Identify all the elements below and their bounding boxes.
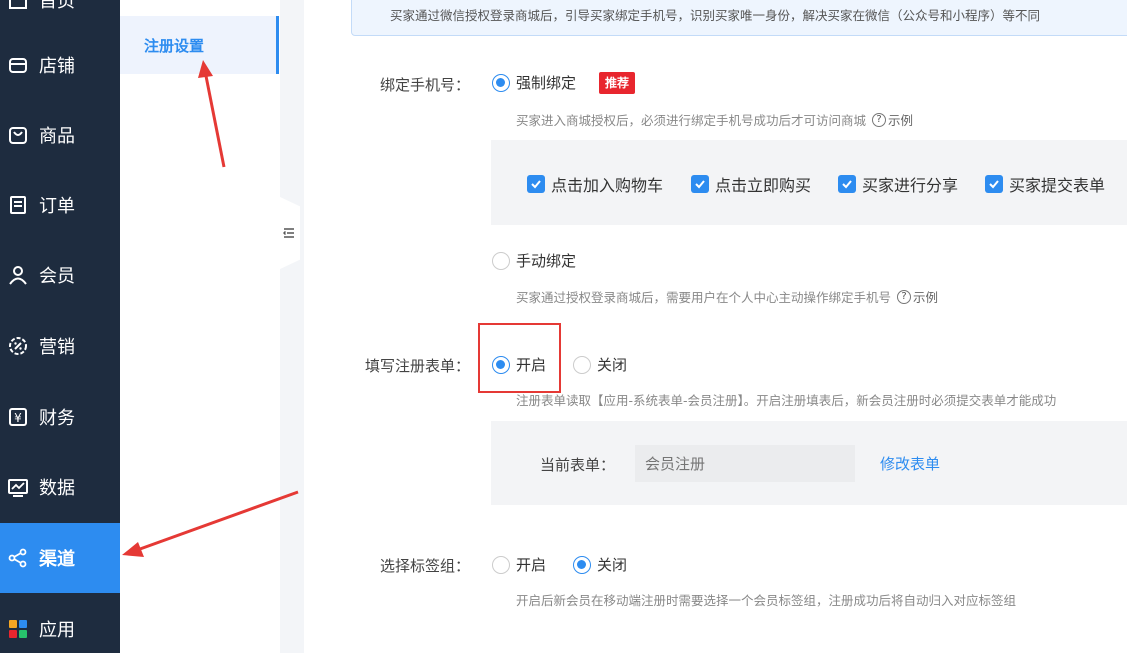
nav-item-members[interactable]: 会员: [0, 240, 120, 310]
nav-item-label: 商品: [39, 126, 75, 147]
trigger-options-box: 点击加入购物车 点击立即购买 买家进行分享 买家提交表单: [491, 140, 1127, 225]
nav-item-finance[interactable]: ¥ 财务: [0, 382, 120, 452]
nav-item-orders[interactable]: 订单: [0, 170, 120, 240]
check-label: 买家进行分享: [862, 176, 959, 195]
info-notice: 买家通过微信授权登录商城后，引导买家绑定手机号，识别买家唯一身份，解决买家在微信…: [351, 0, 1127, 36]
bind-phone-label: 绑定手机号：: [380, 76, 471, 94]
example-link[interactable]: ? 示例: [872, 110, 913, 129]
check-label: 点击立即购买: [715, 176, 812, 195]
bag-icon: [7, 124, 29, 146]
register-form-label: 填写注册表单：: [365, 357, 471, 375]
hint-text: 买家进入商城授权后，必须进行绑定手机号成功后才可访问商城: [516, 113, 867, 128]
nav-item-store[interactable]: 店铺: [0, 30, 120, 100]
question-icon: ?: [897, 289, 912, 304]
nav-item-marketing[interactable]: 营销: [0, 311, 120, 381]
radio-circle-checked: [492, 73, 510, 92]
collapse-sidebar-button[interactable]: [278, 196, 300, 270]
nav-item-goods[interactable]: 商品: [0, 100, 120, 170]
nav-item-label: 渠道: [39, 549, 75, 570]
recommend-badge: 推荐: [599, 72, 636, 94]
checkbox-checked-icon: [838, 175, 856, 193]
nav-item-label: 店铺: [39, 56, 75, 77]
radio-register-form-off[interactable]: 关闭: [573, 354, 627, 375]
check-submit-form[interactable]: 买家提交表单: [985, 172, 1105, 196]
radio-label: 关闭: [597, 556, 628, 574]
check-share[interactable]: 买家进行分享: [838, 172, 958, 196]
order-icon: [7, 194, 29, 216]
radio-label: 关闭: [597, 356, 628, 374]
check-buy-now[interactable]: 点击立即购买: [691, 172, 811, 196]
nav-item-label: 会员: [39, 266, 75, 287]
radio-manual-bind[interactable]: 手动绑定: [492, 250, 576, 271]
nav-item-label: 数据: [39, 478, 75, 499]
check-label: 点击加入购物车: [551, 176, 664, 195]
example-link[interactable]: ? 示例: [897, 287, 938, 306]
current-form-label: 当前表单：: [540, 456, 616, 474]
radio-label: 开启: [516, 556, 547, 574]
radio-label: 强制绑定: [516, 74, 577, 92]
home-icon: [7, 0, 29, 11]
share-icon: [7, 547, 29, 569]
register-form-hint: 注册表单读取【应用-系统表单-会员注册】。开启注册填表后，新会员注册时必须提交表…: [516, 390, 1056, 409]
check-add-to-cart[interactable]: 点击加入购物车: [527, 172, 663, 196]
nav-item-label: 营销: [39, 337, 75, 358]
radio-circle-unchecked: [573, 355, 591, 374]
svg-text:¥: ¥: [14, 411, 22, 425]
forced-bind-hint: 买家进入商城授权后，必须进行绑定手机号成功后才可访问商城 ? 示例: [516, 110, 913, 129]
hint-text: 开启后新会员在移动端注册时需要选择一个会员标签组，注册成功后将自动归入对应标签组: [516, 593, 1017, 608]
checkbox-checked-icon: [985, 175, 1003, 193]
radio-label: 手动绑定: [516, 252, 577, 270]
nav-item-label: 首页: [39, 0, 75, 12]
tag-group-hint: 开启后新会员在移动端注册时需要选择一个会员标签组，注册成功后将自动归入对应标签组: [516, 590, 1016, 609]
main-sidebar: 首页 店铺 商品 订单 会员 营销 ¥ 财务 数据 渠道 应用: [0, 0, 120, 653]
radio-tag-group-off[interactable]: 关闭: [573, 554, 627, 575]
chart-icon: [7, 476, 29, 498]
nav-item-label: 财务: [39, 408, 75, 429]
collapse-icon: [282, 224, 295, 243]
main-content: 买家通过微信授权登录商城后，引导买家绑定手机号，识别买家唯一身份，解决买家在微信…: [304, 0, 1127, 653]
gear-badge-icon: [7, 335, 29, 357]
hint-text: 买家通过授权登录商城后，需要用户在个人中心主动操作绑定手机号: [516, 290, 892, 305]
nav-item-label: 应用: [39, 620, 75, 641]
store-icon: [7, 54, 29, 76]
notice-text: 买家通过微信授权登录商城后，引导买家绑定手机号，识别买家唯一身份，解决买家在微信…: [390, 8, 1041, 23]
current-form-field[interactable]: [635, 445, 855, 482]
modify-form-link[interactable]: 修改表单: [880, 453, 940, 474]
nav-item-label: 订单: [39, 196, 75, 217]
apps-icon: [7, 618, 29, 640]
question-icon: ?: [872, 112, 887, 127]
example-label: 示例: [888, 113, 914, 128]
checkbox-checked-icon: [691, 175, 709, 193]
yen-icon: ¥: [7, 406, 29, 428]
radio-tag-group-on[interactable]: 开启: [492, 554, 546, 575]
nav-item-channel[interactable]: 渠道: [0, 523, 120, 593]
tag-group-label: 选择标签组：: [380, 557, 471, 575]
nav-item-data[interactable]: 数据: [0, 452, 120, 522]
radio-circle-unchecked: [492, 251, 510, 270]
user-icon: [7, 264, 29, 286]
radio-circle-unchecked: [492, 555, 510, 574]
example-label: 示例: [913, 290, 939, 305]
content-gutter: [280, 0, 304, 653]
nav-item-apps[interactable]: 应用: [0, 594, 120, 653]
check-label: 买家提交表单: [1009, 176, 1106, 195]
checkbox-checked-icon: [527, 175, 545, 193]
radio-forced-bind[interactable]: 强制绑定: [492, 72, 576, 93]
subnav-item-register-settings[interactable]: 注册设置: [120, 16, 279, 74]
hint-text: 注册表单读取【应用-系统表单-会员注册】。开启注册填表后，新会员注册时必须提交表…: [516, 393, 1057, 408]
annotation-highlight-box: [478, 323, 561, 393]
sub-sidebar: 注册设置: [120, 0, 280, 653]
manual-bind-hint: 买家通过授权登录商城后，需要用户在个人中心主动操作绑定手机号 ? 示例: [516, 287, 938, 306]
radio-circle-checked: [573, 555, 591, 574]
